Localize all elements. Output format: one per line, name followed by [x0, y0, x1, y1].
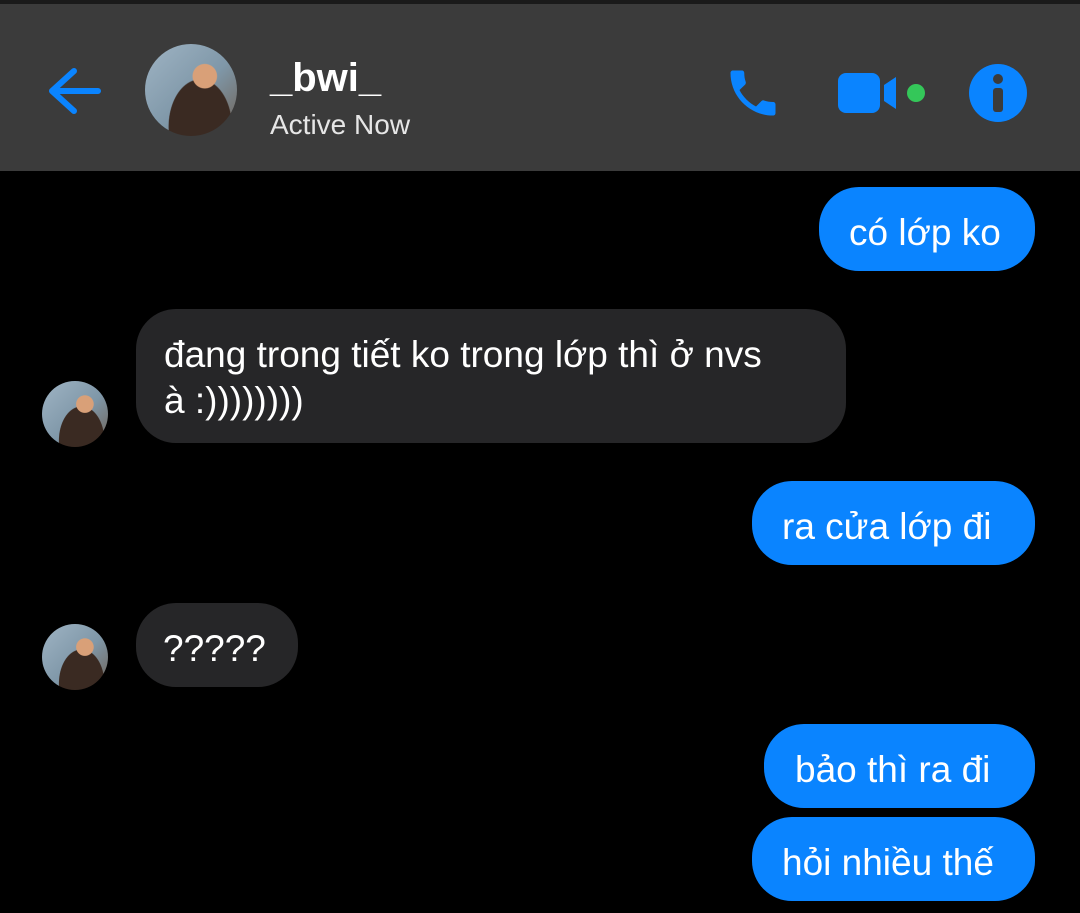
message-text-line: đang trong tiết ko trong lớp thì ở nvs	[164, 334, 762, 375]
outgoing-message-bubble[interactable]: có lớp ko	[819, 187, 1035, 271]
phone-icon	[730, 70, 776, 116]
back-button[interactable]	[42, 59, 106, 123]
contact-name[interactable]: _bwi_	[270, 54, 381, 102]
video-call-button[interactable]	[832, 60, 932, 126]
info-button[interactable]	[962, 58, 1034, 128]
contact-avatar[interactable]	[145, 44, 237, 136]
message-text: có lớp ko	[849, 212, 1001, 253]
message-text-line: à :))))))))	[164, 380, 304, 421]
incoming-message-bubble[interactable]: ?????	[136, 603, 298, 687]
video-camera-icon	[838, 73, 925, 113]
contact-avatar-small[interactable]	[42, 624, 108, 690]
outgoing-message-bubble[interactable]: bảo thì ra đi	[764, 724, 1035, 808]
chat-header: _bwi_ Active Now	[0, 4, 1080, 171]
info-icon	[969, 64, 1027, 122]
message-text: ?????	[163, 628, 266, 669]
message-text: bảo thì ra đi	[795, 749, 991, 790]
contact-avatar-small[interactable]	[42, 381, 108, 447]
incoming-message-bubble[interactable]: đang trong tiết ko trong lớp thì ở nvs à…	[136, 309, 846, 443]
call-button[interactable]	[718, 60, 788, 126]
outgoing-message-bubble[interactable]: ra cửa lớp đi	[752, 481, 1035, 565]
back-arrow-icon	[49, 68, 101, 114]
outgoing-message-bubble[interactable]: hỏi nhiều thế	[752, 817, 1035, 901]
message-text: hỏi nhiều thế	[782, 842, 994, 883]
active-status: Active Now	[270, 109, 411, 140]
message-text: ra cửa lớp đi	[782, 506, 992, 547]
